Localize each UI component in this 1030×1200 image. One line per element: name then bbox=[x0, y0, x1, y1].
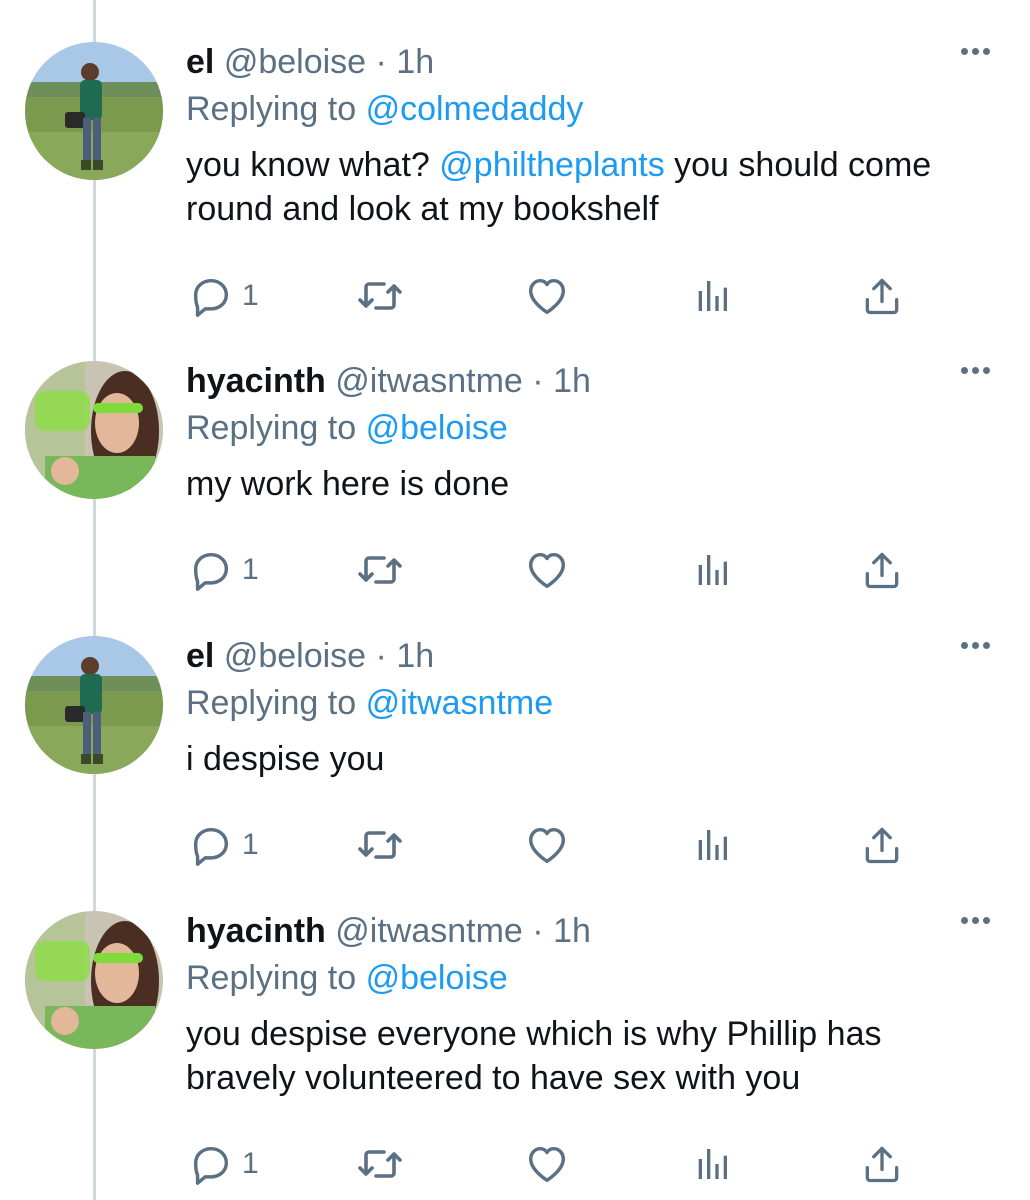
tweet-actions: 1 bbox=[186, 1139, 916, 1189]
retweet-icon bbox=[356, 546, 404, 594]
tweet-text: you know what? @philtheplants you should… bbox=[186, 143, 966, 231]
analytics-icon bbox=[692, 276, 732, 316]
avatar-hyacinth-photo bbox=[25, 911, 163, 1049]
mention-link[interactable]: @philtheplants bbox=[439, 146, 664, 184]
retweet-button[interactable] bbox=[356, 1139, 404, 1189]
analytics-icon bbox=[692, 1144, 732, 1184]
analytics-icon bbox=[692, 550, 732, 590]
retweet-button[interactable] bbox=[356, 545, 404, 595]
display-name[interactable]: hyacinth bbox=[186, 912, 326, 950]
tweet-actions: 1 bbox=[186, 820, 916, 870]
tweet-actions: 1 bbox=[186, 271, 916, 321]
user-handle[interactable]: @itwasntme bbox=[335, 912, 523, 950]
share-icon bbox=[860, 823, 904, 867]
tweet-header: el @beloise · 1h bbox=[186, 636, 990, 676]
replying-to: Replying to @beloise bbox=[186, 408, 990, 448]
replying-to: Replying to @beloise bbox=[186, 958, 990, 998]
user-handle[interactable]: @beloise bbox=[224, 637, 366, 675]
replying-to-link[interactable]: @colmedaddy bbox=[366, 90, 584, 128]
replying-to-link[interactable]: @beloise bbox=[366, 409, 508, 447]
display-name[interactable]: el bbox=[186, 43, 214, 81]
share-button[interactable] bbox=[860, 271, 904, 321]
share-icon bbox=[860, 548, 904, 592]
reply-count: 1 bbox=[242, 828, 259, 861]
avatar[interactable] bbox=[25, 42, 163, 180]
retweet-icon bbox=[356, 1140, 404, 1188]
share-button[interactable] bbox=[860, 545, 904, 595]
display-name[interactable]: el bbox=[186, 637, 214, 675]
reply-icon bbox=[188, 273, 234, 319]
retweet-button[interactable] bbox=[356, 820, 404, 870]
timestamp[interactable]: 1h bbox=[396, 637, 434, 675]
share-button[interactable] bbox=[860, 1139, 904, 1189]
tweet-text: i despise you bbox=[186, 740, 385, 778]
reply-count: 1 bbox=[242, 553, 259, 586]
retweet-icon bbox=[356, 821, 404, 869]
separator-dot: · bbox=[375, 43, 387, 81]
analytics-button[interactable] bbox=[692, 820, 732, 870]
share-icon bbox=[860, 1142, 904, 1186]
replying-label: Replying to bbox=[186, 959, 357, 997]
reply-icon bbox=[188, 822, 234, 868]
reply-count: 1 bbox=[242, 279, 259, 312]
reply-icon bbox=[188, 1141, 234, 1187]
tweet-text-part: you know what? bbox=[186, 146, 440, 184]
replying-to: Replying to @itwasntme bbox=[186, 683, 990, 723]
avatar[interactable] bbox=[25, 361, 163, 499]
reply-icon bbox=[188, 547, 234, 593]
timestamp[interactable]: 1h bbox=[553, 362, 591, 400]
separator-dot: · bbox=[532, 362, 544, 400]
more-options-icon[interactable] bbox=[961, 48, 990, 55]
tweet-header: el @beloise · 1h bbox=[186, 42, 990, 82]
avatar[interactable] bbox=[25, 636, 163, 774]
replying-to: Replying to @colmedaddy bbox=[186, 89, 990, 129]
like-button[interactable] bbox=[524, 271, 570, 321]
user-handle[interactable]: @beloise bbox=[224, 43, 366, 81]
reply-button[interactable]: 1 bbox=[188, 820, 259, 870]
like-button[interactable] bbox=[524, 545, 570, 595]
timestamp[interactable]: 1h bbox=[396, 43, 434, 81]
replying-to-link[interactable]: @itwasntme bbox=[366, 684, 554, 722]
like-icon bbox=[524, 547, 570, 593]
separator-dot: · bbox=[375, 637, 387, 675]
replying-label: Replying to bbox=[186, 684, 357, 722]
retweet-button[interactable] bbox=[356, 271, 404, 321]
like-icon bbox=[524, 822, 570, 868]
replying-label: Replying to bbox=[186, 90, 357, 128]
share-icon bbox=[860, 274, 904, 318]
more-options-icon[interactable] bbox=[961, 917, 990, 924]
avatar-el-photo bbox=[25, 42, 163, 180]
share-button[interactable] bbox=[860, 820, 904, 870]
timestamp[interactable]: 1h bbox=[553, 912, 591, 950]
avatar-hyacinth-photo bbox=[25, 361, 163, 499]
like-icon bbox=[524, 273, 570, 319]
replying-to-link[interactable]: @beloise bbox=[366, 959, 508, 997]
reply-count: 1 bbox=[242, 1147, 259, 1180]
avatar-el-photo bbox=[25, 636, 163, 774]
analytics-icon bbox=[692, 825, 732, 865]
more-options-icon[interactable] bbox=[961, 642, 990, 649]
reply-button[interactable]: 1 bbox=[188, 271, 259, 321]
like-button[interactable] bbox=[524, 1139, 570, 1189]
reply-button[interactable]: 1 bbox=[188, 1139, 259, 1189]
analytics-button[interactable] bbox=[692, 1139, 732, 1189]
replying-label: Replying to bbox=[186, 409, 357, 447]
reply-button[interactable]: 1 bbox=[188, 545, 259, 595]
avatar[interactable] bbox=[25, 911, 163, 1049]
separator-dot: · bbox=[532, 912, 544, 950]
more-options-icon[interactable] bbox=[961, 367, 990, 374]
display-name[interactable]: hyacinth bbox=[186, 362, 326, 400]
tweet-header: hyacinth @itwasntme · 1h bbox=[186, 361, 990, 401]
tweet-header: hyacinth @itwasntme · 1h bbox=[186, 911, 990, 951]
like-button[interactable] bbox=[524, 820, 570, 870]
retweet-icon bbox=[356, 272, 404, 320]
tweet-actions: 1 bbox=[186, 545, 916, 595]
analytics-button[interactable] bbox=[692, 545, 732, 595]
user-handle[interactable]: @itwasntme bbox=[335, 362, 523, 400]
like-icon bbox=[524, 1141, 570, 1187]
tweet-text: you despise everyone which is why Philli… bbox=[186, 1015, 882, 1097]
tweet-text: my work here is done bbox=[186, 465, 510, 503]
analytics-button[interactable] bbox=[692, 271, 732, 321]
